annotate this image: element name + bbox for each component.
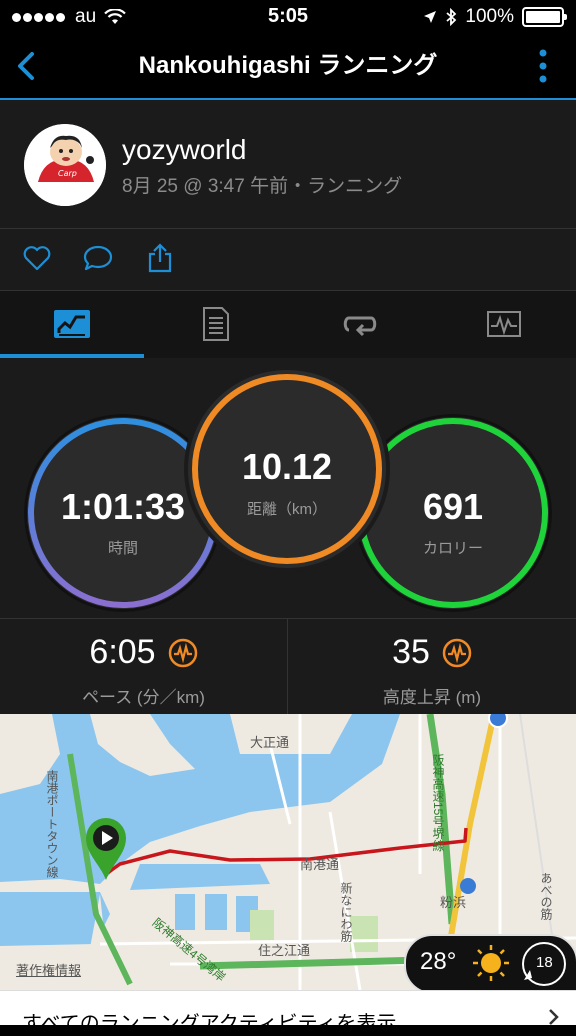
back-chevron-icon[interactable] — [10, 46, 50, 86]
comment-bubble-icon[interactable] — [82, 242, 114, 274]
tab-graphs[interactable] — [432, 291, 576, 357]
map-label-suminoe: 住之江通 — [258, 943, 311, 958]
battery-icon — [522, 7, 567, 27]
map-label-hanshin15: 阪神高速15号堺線 — [431, 754, 445, 852]
elevation-info-icon[interactable] — [442, 638, 472, 668]
distance-label: 距離（km） — [247, 501, 327, 518]
pace-label: ペース (分／km) — [82, 688, 205, 707]
all-activities-link[interactable]: すべてのランニングアクティビティを表示 — [0, 990, 576, 1035]
elevation-value: 35 — [392, 633, 430, 671]
distance-value: 10.12 — [241, 446, 333, 487]
username[interactable]: yozyworld — [122, 134, 246, 166]
tab-bar — [0, 290, 576, 360]
all-activities-label: すべてのランニングアクティビティを表示 — [22, 1013, 397, 1035]
wind-speed: 18 — [536, 954, 553, 971]
location-arrow-icon — [424, 11, 437, 23]
avatar[interactable]: Carp — [24, 124, 106, 206]
weather-widget[interactable]: 28° 18 — [404, 934, 576, 990]
bluetooth-icon — [446, 8, 457, 26]
activity-header: Carp yozyworld 8月 25 @ 3:47 午前・ランニング — [0, 100, 576, 290]
activity-meta: 8月 25 @ 3:47 午前・ランニング — [122, 176, 403, 197]
battery-percent: 100% — [465, 6, 514, 27]
like-heart-icon[interactable] — [21, 242, 53, 274]
details-list-icon — [203, 307, 229, 341]
elevation-label: 高度上昇 (m) — [382, 688, 482, 707]
summary-chart-icon — [54, 310, 90, 338]
nav-bar: Nankouhigashi ランニング — [0, 34, 576, 100]
laps-loop-icon — [343, 316, 377, 337]
status-bar: au 5:05 100% — [0, 0, 576, 34]
chevron-right-icon — [549, 1009, 559, 1025]
stats-panel: 1:01:33 時間 691 カロリー 10.12 距離（km） — [0, 358, 576, 618]
map-label-kohama: 粉浜 — [440, 895, 467, 910]
tab-laps[interactable] — [288, 291, 432, 357]
pace-value: 6:05 — [89, 633, 156, 671]
map-label-shinnaniwa: 新なにわ筋 — [339, 882, 353, 942]
tab-summary[interactable] — [0, 291, 144, 357]
map-label-nanko-port: 南港ポートタウン線 — [45, 770, 59, 878]
svg-text:Carp: Carp — [58, 169, 77, 178]
graph-monitor-icon — [487, 311, 521, 337]
map-label-daisho: 大正通 — [250, 735, 290, 750]
share-icon[interactable] — [144, 242, 176, 274]
distance-ring: 10.12 距離（km） — [188, 370, 386, 568]
sun-icon — [473, 945, 509, 981]
route-map[interactable]: 大正通 南港通 住之江通 粉浜 阪神高速15号堺線 阪神高速4号湾岸 新なにわ筋… — [0, 714, 576, 990]
pace-info-icon[interactable] — [168, 638, 198, 668]
weather-temp: 28° — [420, 948, 457, 975]
more-options-icon[interactable] — [538, 48, 548, 84]
tab-details[interactable] — [144, 291, 288, 357]
metrics-row: 6:05 ペース (分／km) 35 高度上昇 (m) — [0, 618, 576, 715]
map-label-minamiko: 南港通 — [300, 857, 340, 872]
map-label-abeno: あべの筋 — [539, 872, 553, 920]
divider — [0, 228, 576, 229]
map-copyright-link[interactable]: 著作権情報 — [16, 960, 81, 979]
page-title: Nankouhigashi ランニング — [138, 52, 438, 79]
